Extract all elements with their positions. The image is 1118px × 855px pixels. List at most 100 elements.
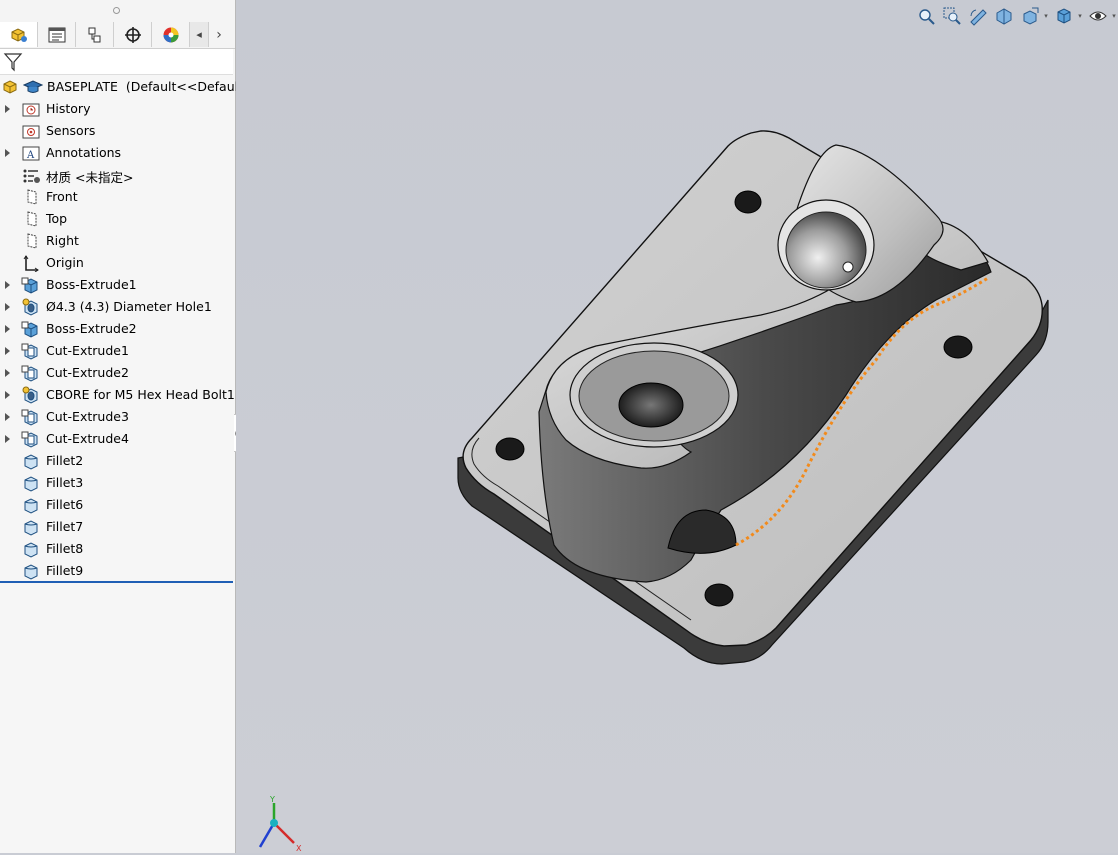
tabs-scroll-right[interactable]: › xyxy=(209,22,229,47)
tree-item[interactable]: 材质 <未指定> xyxy=(0,164,234,186)
annotations-folder-icon: A xyxy=(22,146,40,161)
tree-item-label: History xyxy=(46,101,91,116)
tree-item-label: Fillet9 xyxy=(46,563,84,578)
history-folder-icon xyxy=(22,103,40,117)
tree-item-label: Cut-Extrude1 xyxy=(46,343,129,358)
tree-item[interactable]: Fillet9 xyxy=(0,560,234,582)
hole-wizard-icon xyxy=(22,386,38,404)
feature-manager-panel: ◂ › BASEPLATE (Default<<Default> History… xyxy=(0,0,253,853)
fillet-icon xyxy=(24,520,38,536)
tree-item[interactable]: Cut-Extrude1 xyxy=(0,340,234,362)
plane-icon xyxy=(27,233,37,249)
tree-item[interactable]: Fillet8 xyxy=(0,538,234,560)
fillet-icon xyxy=(24,454,38,470)
rollback-bar[interactable] xyxy=(0,581,233,583)
tabs-scroll-left[interactable]: ◂ xyxy=(190,22,209,47)
graphics-area[interactable]: ▾ ▾ ▾ Y X xyxy=(236,0,1118,853)
tree-item[interactable]: A Annotations xyxy=(0,142,234,164)
tab-feature-manager[interactable] xyxy=(0,22,38,47)
expand-arrow-icon[interactable] xyxy=(5,296,11,318)
tree-item[interactable]: Fillet3 xyxy=(0,472,234,494)
tree-item-label: CBORE for M5 Hex Head Bolt1 xyxy=(46,387,235,402)
tree-item-label: Right xyxy=(46,233,79,248)
tree-item-label: Fillet8 xyxy=(46,541,84,556)
svg-text:A: A xyxy=(26,150,35,161)
tree-item-label: Fillet6 xyxy=(46,497,84,512)
fillet-icon xyxy=(24,498,38,514)
tree-item[interactable]: Top xyxy=(0,208,234,230)
triad-x-label: X xyxy=(296,844,302,853)
tree-item-label: Front xyxy=(46,189,78,204)
tree-root[interactable]: BASEPLATE (Default<<Default> xyxy=(0,76,253,98)
filter-icon xyxy=(3,53,23,72)
expand-arrow-icon[interactable] xyxy=(5,340,11,362)
expand-arrow-icon[interactable] xyxy=(5,428,11,450)
part-icon xyxy=(3,80,17,94)
panel-grip[interactable] xyxy=(0,0,235,23)
tab-property-manager[interactable] xyxy=(38,22,76,47)
chevron-left-icon: ◂ xyxy=(196,28,202,41)
feature-tree: BASEPLATE (Default<<Default> History Sens… xyxy=(0,76,253,582)
tree-item-label: Cut-Extrude2 xyxy=(46,365,129,380)
origin-icon xyxy=(23,255,39,272)
tree-item-label: Fillet3 xyxy=(46,475,84,490)
sensors-folder-icon xyxy=(22,125,40,139)
expand-arrow-icon[interactable] xyxy=(5,274,11,296)
tree-item-label: Fillet2 xyxy=(46,453,84,468)
expand-arrow-icon[interactable] xyxy=(5,142,11,164)
hole-wizard-icon xyxy=(22,298,38,316)
tree-item[interactable]: Sensors xyxy=(0,120,234,142)
tree-item-label: 材质 <未指定> xyxy=(46,170,134,185)
cut-extrude-icon xyxy=(21,365,38,382)
tree-item[interactable]: Fillet2 xyxy=(0,450,234,472)
tree-filter[interactable] xyxy=(0,49,233,75)
property-manager-icon xyxy=(48,27,65,42)
tab-configuration-manager[interactable] xyxy=(76,22,114,47)
tree-item[interactable]: Ø4.3 (4.3) Diameter Hole1 xyxy=(0,296,234,318)
feature-manager-icon xyxy=(11,27,27,42)
tree-item-label: Sensors xyxy=(46,123,96,138)
tab-dimxpert-manager[interactable] xyxy=(114,22,152,47)
cut-extrude-icon xyxy=(21,431,38,448)
tree-item[interactable]: Cut-Extrude2 xyxy=(0,362,234,384)
dimxpert-manager-icon xyxy=(124,26,141,43)
tree-item-label: Cut-Extrude3 xyxy=(46,409,129,424)
tree-item[interactable]: Front xyxy=(0,186,234,208)
triad-y-label: Y xyxy=(269,795,275,804)
tree-item[interactable]: Boss-Extrude2 xyxy=(0,318,234,340)
tree-item[interactable]: Fillet6 xyxy=(0,494,234,516)
plane-icon xyxy=(27,211,37,227)
expand-arrow-icon[interactable] xyxy=(5,384,11,406)
tree-item[interactable]: History xyxy=(0,98,234,120)
tree-item[interactable]: Origin xyxy=(0,252,234,274)
tree-item-label: Ø4.3 (4.3) Diameter Hole1 xyxy=(46,299,212,314)
tree-item[interactable]: Right xyxy=(0,230,234,252)
expand-arrow-icon[interactable] xyxy=(5,406,11,428)
material-icon xyxy=(23,169,40,183)
expand-arrow-icon[interactable] xyxy=(5,98,11,120)
tree-item[interactable]: Fillet7 xyxy=(0,516,234,538)
tree-item-label: Boss-Extrude2 xyxy=(46,321,137,336)
configuration-manager-icon xyxy=(88,27,100,42)
tree-item-label: Cut-Extrude4 xyxy=(46,431,129,446)
fillet-icon xyxy=(24,564,38,580)
fillet-icon xyxy=(24,542,38,558)
tab-display-manager[interactable] xyxy=(152,22,190,47)
plane-icon xyxy=(27,189,37,205)
tree-item[interactable]: Cut-Extrude4 xyxy=(0,428,234,450)
expand-arrow-icon[interactable] xyxy=(5,318,11,340)
manager-tabs: ◂ › xyxy=(0,22,235,49)
boss-extrude-icon xyxy=(21,277,38,294)
tree-item[interactable]: Boss-Extrude1 xyxy=(0,274,234,296)
cut-extrude-icon xyxy=(21,409,38,426)
chevron-right-icon: › xyxy=(216,26,222,43)
cut-extrude-icon xyxy=(21,343,38,360)
tree-item[interactable]: CBORE for M5 Hex Head Bolt1 xyxy=(0,384,235,406)
tree-item-label: Annotations xyxy=(46,145,122,160)
tree-item[interactable]: Cut-Extrude3 xyxy=(0,406,234,428)
expand-arrow-icon[interactable] xyxy=(5,362,11,384)
fillet-icon xyxy=(24,476,38,492)
part-name: BASEPLATE (Default<<Default> xyxy=(47,79,254,94)
baseplate-model[interactable] xyxy=(236,0,1118,853)
tree-item-label: Top xyxy=(46,211,68,226)
